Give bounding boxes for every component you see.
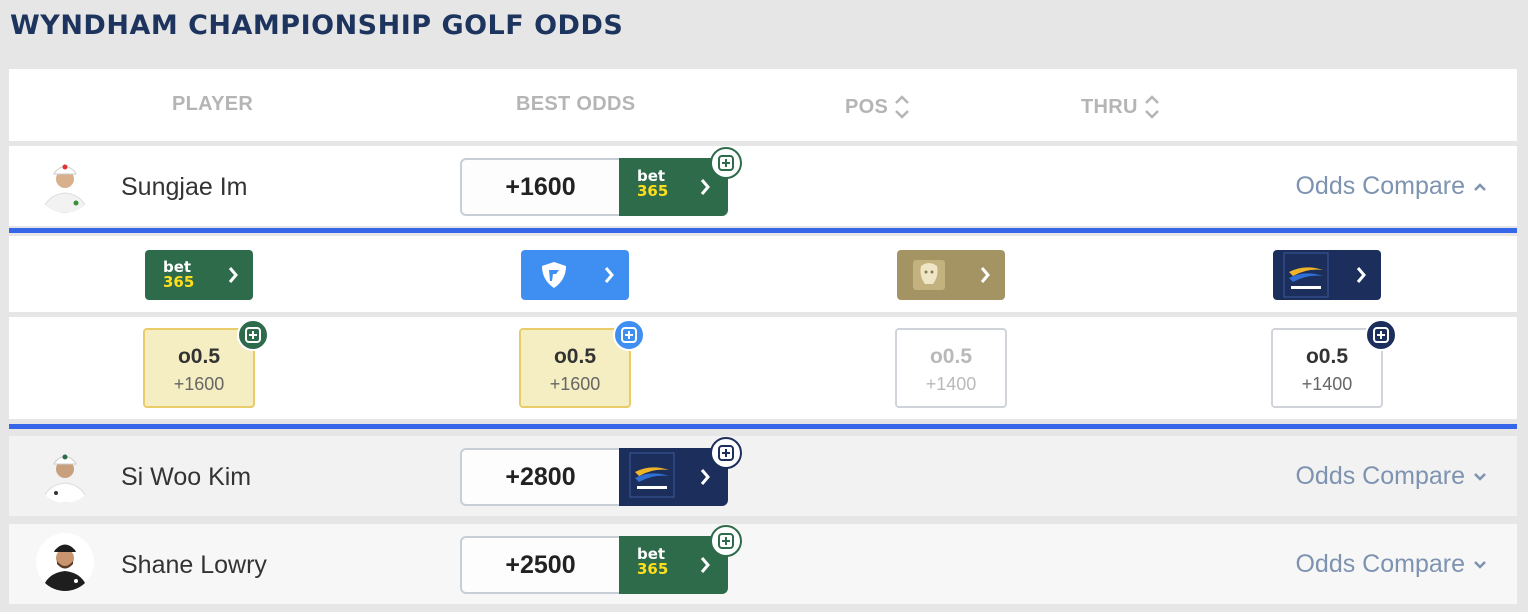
sort-icon[interactable]	[1144, 93, 1160, 121]
expanded-divider-top	[9, 228, 1517, 233]
player-name[interactable]: Sungjae Im	[121, 173, 247, 202]
fanduel-shield-icon[interactable]	[521, 250, 629, 300]
chevron-right-icon	[700, 557, 710, 573]
odds-compare-toggle[interactable]: Odds Compare	[1295, 462, 1487, 491]
column-thru-label: THRU	[1081, 95, 1138, 118]
player-name[interactable]: Si Woo Kim	[121, 463, 251, 492]
betmgm-lion-icon[interactable]	[897, 250, 1005, 300]
prop-price: +1400	[1301, 374, 1353, 394]
odds-compare-books: bet 365	[9, 236, 1517, 312]
chevron-right-icon	[700, 179, 710, 195]
sort-icon[interactable]	[894, 93, 910, 121]
odds-compare-label: Odds Compare	[1295, 462, 1465, 490]
odds-compare-toggle[interactable]: Odds Compare	[1295, 172, 1487, 201]
add-to-betslip-icon[interactable]	[710, 147, 742, 179]
prop-odds-betmgm[interactable]: o0.5 +1400	[895, 328, 1007, 408]
player-name[interactable]: Shane Lowry	[121, 551, 267, 580]
best-odds-button[interactable]: +1600 bet 365	[460, 147, 742, 216]
bet365-logo-icon[interactable]: bet 365	[145, 250, 253, 300]
bet365-logo-bottom: 365	[637, 182, 669, 200]
player-avatar	[36, 445, 94, 503]
chevron-right-icon	[700, 469, 710, 485]
prop-odds-betrivers[interactable]: o0.5 +1400	[1271, 319, 1397, 408]
betrivers-logo-icon[interactable]	[1273, 250, 1381, 300]
column-best-odds: BEST ODDS	[516, 93, 636, 115]
bet365-logo-bottom: 365	[637, 560, 669, 578]
expanded-divider-bottom	[9, 424, 1517, 429]
column-pos[interactable]: POS	[845, 93, 910, 121]
prop-line: o0.5	[177, 345, 221, 368]
prop-odds-bet365[interactable]: o0.5 +1600	[143, 319, 269, 408]
table-row[interactable]: Si Woo Kim +2800 Odds Compare	[9, 436, 1517, 516]
bet365-logo-bottom: 365	[163, 273, 195, 291]
chevron-right-icon	[228, 267, 238, 283]
prop-price: +1400	[925, 374, 977, 394]
prop-line: o0.5	[929, 345, 973, 368]
player-avatar	[36, 155, 94, 213]
column-thru[interactable]: THRU	[1081, 93, 1160, 121]
add-to-betslip-icon[interactable]	[613, 319, 645, 351]
column-pos-label: POS	[845, 95, 889, 118]
odds-compare-prices: o0.5 +1600 o0.5 +1600 o0.5 +1400 o0.5 +1…	[9, 317, 1517, 419]
prop-line: o0.5	[553, 345, 597, 368]
chevron-right-icon	[604, 267, 614, 283]
odds-compare-label: Odds Compare	[1295, 550, 1465, 578]
chevron-down-icon	[1474, 560, 1486, 569]
best-odds-value: +2500	[505, 550, 576, 579]
odds-compare-label: Odds Compare	[1295, 172, 1465, 200]
table-row[interactable]: Sungjae Im +1600 bet 365 Odds Compare	[9, 146, 1517, 226]
best-odds-value: +2800	[505, 462, 576, 491]
prop-odds-fanduel[interactable]: o0.5 +1600	[519, 319, 645, 408]
table-header: PLAYER BEST ODDS POS THRU	[9, 69, 1517, 141]
add-to-betslip-icon[interactable]	[237, 319, 269, 351]
add-to-betslip-icon[interactable]	[1365, 319, 1397, 351]
column-player: PLAYER	[172, 93, 254, 115]
best-odds-button[interactable]: +2500 bet 365	[460, 525, 742, 594]
prop-price: +1600	[549, 374, 601, 394]
add-to-betslip-icon[interactable]	[710, 525, 742, 557]
prop-line: o0.5	[1305, 345, 1349, 368]
chevron-right-icon	[1356, 267, 1366, 283]
chevron-up-icon	[1474, 182, 1486, 191]
chevron-right-icon	[980, 267, 990, 283]
best-odds-button[interactable]: +2800	[460, 437, 742, 506]
add-to-betslip-icon[interactable]	[710, 437, 742, 469]
chevron-down-icon	[1474, 472, 1486, 481]
odds-compare-toggle[interactable]: Odds Compare	[1295, 550, 1487, 579]
prop-price: +1600	[173, 374, 225, 394]
table-row[interactable]: Shane Lowry +2500 bet 365 Odds Compare	[9, 524, 1517, 604]
best-odds-value: +1600	[505, 172, 576, 201]
page-title: WYNDHAM CHAMPIONSHIP GOLF ODDS	[10, 10, 624, 41]
player-avatar	[36, 533, 94, 591]
